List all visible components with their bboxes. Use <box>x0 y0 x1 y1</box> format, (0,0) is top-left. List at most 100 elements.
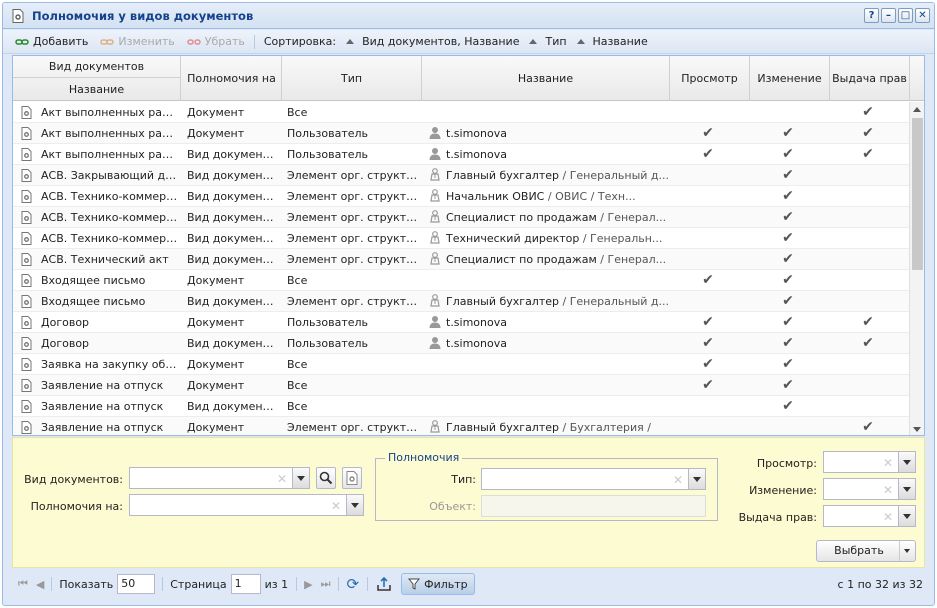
close-button[interactable]: ✕ <box>915 8 930 23</box>
table-row[interactable]: Заявление на отпуск Документ Все ✔ ✔ <box>13 375 909 396</box>
cell-authority-on: Вид документов <box>187 253 279 266</box>
table-row[interactable]: АСВ. Технический акт Вид документов Элемен… <box>13 249 909 270</box>
table-row[interactable]: Акт выполненных работ Документ Пользовател… <box>13 123 909 144</box>
cell-type: Элемент орг. структуры <box>287 295 421 308</box>
cell-title: Специалист по продажам / Генерал... <box>429 249 673 270</box>
table-row[interactable]: Акт выполненных работ Документ Все ✔ <box>13 102 909 123</box>
table-row[interactable]: Заявка на закупку обору... Документ Все ✔ ✔ <box>13 354 909 375</box>
document-settings-icon <box>21 274 32 287</box>
doc-kind-card-button[interactable] <box>342 467 362 489</box>
check-icon: ✔ <box>862 335 874 351</box>
change-filter-combo[interactable]: ✕ <box>823 478 916 500</box>
entity-path: / ОВИС / Техн... <box>544 190 636 203</box>
check-icon: ✔ <box>702 356 714 372</box>
entity-path: / Бухгалтерия / <box>559 421 651 434</box>
cell-type: Элемент орг. структуры <box>287 253 421 266</box>
view-filter-combo[interactable]: ✕ <box>823 451 916 473</box>
next-page-icon[interactable]: ▶ <box>304 578 312 591</box>
cell-doc-kind: Договор <box>41 316 90 329</box>
table-row[interactable]: Входящее письмо Документ Все ✔ ✔ <box>13 270 909 291</box>
export-icon[interactable] <box>376 576 392 592</box>
help-button[interactable]: ? <box>864 8 879 23</box>
check-icon: ✔ <box>782 188 794 204</box>
header-grant[interactable]: Выдача прав <box>830 56 910 101</box>
object-filter-label: Объект: <box>429 500 476 513</box>
table-row[interactable]: Заявление на отпуск Документ Элемент орг. … <box>13 417 909 435</box>
cell-doc-kind: Акт выполненных работ <box>41 148 179 161</box>
refresh-icon[interactable]: ⟳ <box>347 575 360 593</box>
header-view[interactable]: Просмотр <box>670 56 750 101</box>
check-icon: ✔ <box>782 146 794 162</box>
cell-authority-on: Документ <box>187 274 245 287</box>
clear-icon[interactable]: ✕ <box>331 499 341 513</box>
header-type[interactable]: Тип <box>282 56 422 101</box>
table-row[interactable]: АСВ. Технико-коммерче... Вид документов Эл… <box>13 186 909 207</box>
doc-kind-filter-combo[interactable]: ✕ <box>129 467 310 489</box>
dropdown-arrow-icon[interactable] <box>688 469 705 489</box>
cell-type: Все <box>287 358 308 371</box>
first-page-icon[interactable]: ⏮ <box>18 577 28 591</box>
dropdown-arrow-icon[interactable] <box>292 468 309 488</box>
document-settings-icon <box>21 232 32 245</box>
table-row[interactable]: Договор Вид документов Пользователь t.simon… <box>13 333 909 354</box>
sort-item-name[interactable]: Название <box>593 35 648 48</box>
grant-filter-combo[interactable]: ✕ <box>823 505 916 527</box>
filter-toggle-button[interactable]: Фильтр <box>401 573 475 595</box>
clear-icon[interactable]: ✕ <box>883 483 893 497</box>
prev-page-icon[interactable]: ◀ <box>36 578 44 591</box>
sort-item-type[interactable]: Тип <box>545 35 566 48</box>
entity-name: Специалист по продажам <box>446 211 597 224</box>
table-row[interactable]: Акт выполненных работ Вид документов Польз… <box>13 144 909 165</box>
page-number-input[interactable]: 1 <box>230 574 261 594</box>
clear-icon[interactable]: ✕ <box>277 472 287 486</box>
scroll-thumb[interactable] <box>912 118 923 270</box>
edit-button[interactable]: Изменить <box>94 31 180 53</box>
minimize-button[interactable]: – <box>881 8 896 23</box>
table-row[interactable]: АСВ. Технико-коммерче... Вид документов Эл… <box>13 228 909 249</box>
dropdown-arrow-icon[interactable] <box>346 495 363 515</box>
entity-path: / Генеральн... <box>579 232 663 245</box>
page-label: Страница <box>170 577 227 591</box>
cell-doc-kind: Заявка на закупку обору... <box>41 358 179 371</box>
last-page-icon[interactable]: ⏭ <box>321 577 331 591</box>
add-button[interactable]: Добавить <box>9 31 94 53</box>
table-row[interactable]: АСВ. Закрывающий доку... Вид документов Эл… <box>13 165 909 186</box>
authority-on-filter-combo[interactable]: ✕ <box>129 494 364 516</box>
clear-icon[interactable]: ✕ <box>673 473 683 487</box>
search-button[interactable] <box>316 467 336 489</box>
scroll-up-icon[interactable] <box>913 107 921 112</box>
cell-authority-on: Документ <box>187 379 245 392</box>
scroll-down-icon[interactable] <box>913 427 921 432</box>
header-name[interactable]: Название <box>13 78 180 100</box>
page-size-label: Показать <box>59 577 114 591</box>
header-doc-kind[interactable]: Вид документов <box>13 56 180 78</box>
table-row[interactable]: АСВ. Технико-коммерче... Вид документов Эл… <box>13 207 909 228</box>
filter-panel: Вид документов: ✕ Полномочия на: ✕ Полно… <box>12 437 925 568</box>
clear-icon[interactable]: ✕ <box>883 456 893 470</box>
table-row[interactable]: Входящее письмо Вид документов Элемент орг… <box>13 291 909 312</box>
sort-item-doc-kind[interactable]: Вид документов, Название <box>362 35 519 48</box>
object-filter-field[interactable] <box>481 495 706 517</box>
pager-separator <box>162 577 164 591</box>
document-settings-icon <box>21 295 32 308</box>
cell-title: t.simonova <box>429 312 673 333</box>
sort-label: Сортировка: <box>263 35 337 48</box>
vertical-scrollbar[interactable] <box>909 102 924 435</box>
pick-button[interactable]: Выбрать <box>816 540 916 562</box>
table-row[interactable]: Заявление на отпуск Вид документов Все ✔ <box>13 396 909 417</box>
dropdown-arrow-icon[interactable] <box>898 452 915 472</box>
header-change[interactable]: Изменение <box>750 56 830 101</box>
remove-button[interactable]: Убрать <box>181 31 251 53</box>
dropdown-arrow-icon[interactable] <box>898 506 915 526</box>
page-size-input[interactable]: 50 <box>117 574 156 594</box>
link-edit-icon <box>100 38 115 45</box>
maximize-button[interactable]: □ <box>898 8 913 23</box>
split-arrow-icon[interactable] <box>899 541 915 561</box>
clear-icon[interactable]: ✕ <box>883 510 893 524</box>
type-filter-combo[interactable]: ✕ <box>481 468 706 490</box>
header-title[interactable]: Название <box>422 56 670 101</box>
table-row[interactable]: Договор Документ Пользователь t.simonova ✔ ✔ ✔ <box>13 312 909 333</box>
pager-separator <box>337 577 339 591</box>
dropdown-arrow-icon[interactable] <box>898 479 915 499</box>
header-authority-on[interactable]: Полномочия на <box>182 56 282 101</box>
